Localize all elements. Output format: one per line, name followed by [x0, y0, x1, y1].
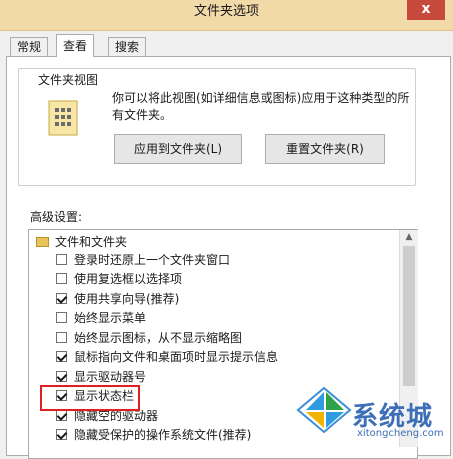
- tree-item[interactable]: 鼠标指向文件和桌面项时显示提示信息: [56, 348, 278, 366]
- tab-strip: 常规 查看 搜索: [0, 34, 453, 57]
- tree-folder-label: 文件和文件夹: [55, 235, 128, 249]
- tree-folder-files-and-folders: 文件和文件夹: [36, 233, 127, 250]
- tab-view[interactable]: 查看: [56, 34, 95, 57]
- checkbox[interactable]: [56, 331, 67, 343]
- tree-item-label: 显示驱动器号: [74, 369, 147, 384]
- tree-item-label: 使用复选框以选择项: [74, 272, 183, 286]
- checkbox[interactable]: [56, 370, 67, 382]
- apply-to-folders-button[interactable]: 应用到文件夹(L): [114, 134, 242, 164]
- tree-item[interactable]: 使用复选框以选择项: [56, 270, 182, 288]
- checkbox[interactable]: [56, 253, 67, 265]
- folder-icon: [36, 236, 49, 247]
- watermark-logo-icon: [296, 386, 352, 434]
- checkbox[interactable]: [56, 273, 67, 284]
- checkbox[interactable]: [56, 429, 67, 440]
- tree-item[interactable]: 显示驱动器号: [56, 367, 146, 385]
- advanced-settings-label: 高级设置:: [30, 210, 83, 224]
- window-title: 文件夹选项: [193, 4, 259, 19]
- tree-item[interactable]: 登录时还原上一个文件夹窗口: [56, 250, 230, 268]
- watermark-url: xitongcheng.com: [357, 428, 444, 439]
- folder-view-legend: 文件夹视图: [34, 71, 103, 88]
- tree-item-label: 始终显示图标，从不显示缩略图: [74, 330, 243, 345]
- tree-item[interactable]: 使用共享向导(推荐): [56, 289, 179, 307]
- checkbox[interactable]: [56, 409, 67, 421]
- tab-search[interactable]: 搜索: [108, 37, 147, 56]
- close-button[interactable]: x: [407, 0, 445, 20]
- tree-item-label: 登录时还原上一个文件夹窗口: [74, 252, 231, 267]
- scroll-thumb[interactable]: [403, 246, 415, 386]
- highlight-box: [40, 385, 140, 411]
- checkbox[interactable]: [56, 312, 67, 323]
- tree-item-label: 隐藏受保护的操作系统文件(推荐): [74, 428, 252, 442]
- folder-view-icon: [48, 100, 78, 136]
- tree-item[interactable]: 隐藏受保护的操作系统文件(推荐): [56, 426, 251, 444]
- tree-item-label: 使用共享向导(推荐): [74, 291, 180, 306]
- tree-item-label: 鼠标指向文件和桌面项时显示提示信息: [74, 350, 279, 364]
- close-icon: x: [421, 1, 431, 17]
- scroll-up-arrow-icon[interactable]: ▲: [400, 230, 418, 244]
- reset-folders-button[interactable]: 重置文件夹(R): [265, 134, 385, 164]
- tree-item[interactable]: 始终显示菜单: [56, 309, 146, 327]
- tab-general[interactable]: 常规: [10, 37, 49, 56]
- checkbox[interactable]: [56, 351, 67, 362]
- folder-view-description: 你可以将此视图(如详细信息或图标)应用于这种类型的所有文件夹。: [112, 91, 410, 122]
- tree-item-label: 始终显示菜单: [74, 311, 147, 325]
- tree-item[interactable]: 始终显示图标，从不显示缩略图: [56, 328, 242, 346]
- checkbox[interactable]: [56, 292, 67, 304]
